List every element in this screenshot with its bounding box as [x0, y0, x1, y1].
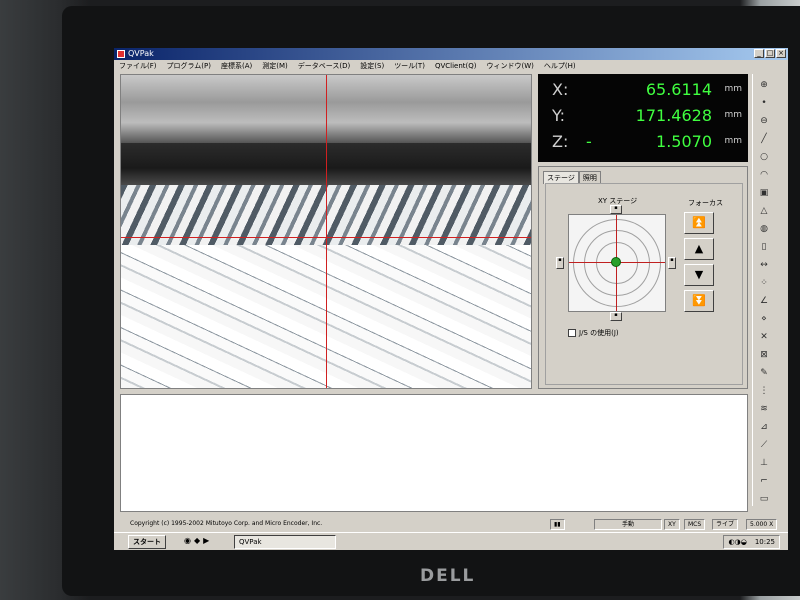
crosshair-horizontal: [121, 237, 531, 238]
crosshair-vertical: [326, 75, 327, 388]
stage-panel: ステージ 照明 XY ステージ フォーカス ▪ ▪ ▪ ▪ ⏫ ▲ ▼ ⏬ J/…: [538, 166, 748, 389]
midpoint-tool-icon[interactable]: ⋄: [757, 312, 771, 326]
note-tool-icon[interactable]: ▭: [757, 492, 771, 506]
window-title: QVPak: [128, 49, 154, 58]
system-tray: ◐◑◒ 10:25: [723, 535, 780, 549]
task-qvpak[interactable]: QVPak: [234, 535, 336, 549]
stage-group: XY ステージ フォーカス ▪ ▪ ▪ ▪ ⏫ ▲ ▼ ⏬ J/S の使用(J): [545, 183, 743, 385]
dro-y-row: Y: 171.4628 mm: [538, 106, 748, 130]
scatter-tool-icon[interactable]: ⁘: [757, 276, 771, 290]
app-icon: [117, 50, 125, 58]
wave-tool-icon[interactable]: ≋: [757, 402, 771, 416]
js-checkbox[interactable]: J/S の使用(J): [568, 328, 619, 338]
tolerance-tool-icon[interactable]: ⊥: [757, 456, 771, 470]
dro-z-sign: -: [586, 132, 592, 151]
dro-z-row: Z: - 1.5070 mm: [538, 132, 748, 156]
close-button[interactable]: ×: [776, 49, 786, 58]
distance-tool-icon[interactable]: ↔: [757, 258, 771, 272]
menu-bar: ファイル(F) プログラム(P) 座標系(A) 測定(M) データベース(D) …: [114, 60, 788, 72]
marker-tool-icon[interactable]: ⋮: [757, 384, 771, 398]
zoom-out-icon[interactable]: ⊖: [757, 114, 771, 128]
stage-right-button[interactable]: ▪: [668, 257, 676, 269]
checkbox-box-icon[interactable]: [568, 329, 576, 337]
stage-down-button[interactable]: ▪: [610, 312, 622, 321]
dro-readout: X: 65.6114 mm Y: 171.4628 mm Z: - 1.5070…: [538, 74, 748, 162]
xy-stage-pad[interactable]: [568, 214, 666, 312]
status-axes: XY: [664, 519, 680, 530]
slope-tool-icon[interactable]: ⟋: [757, 438, 771, 452]
dro-x-axis: X:: [552, 80, 569, 99]
focus-down-button[interactable]: ▼: [684, 264, 714, 286]
intersect-tool-icon[interactable]: ✕: [757, 330, 771, 344]
minimize-button[interactable]: _: [754, 49, 764, 58]
menu-measure[interactable]: 測定(M): [257, 60, 293, 72]
maximize-button[interactable]: □: [765, 49, 775, 58]
status-coord: MCS: [684, 519, 706, 530]
zoom-in-icon[interactable]: ⊕: [757, 78, 771, 92]
clock: 10:25: [754, 538, 775, 546]
axis-tool-icon[interactable]: ⊿: [757, 420, 771, 434]
focus-fast-down-button[interactable]: ⏬: [684, 290, 714, 312]
title-bar: QVPak _ □ ×: [114, 48, 788, 60]
menu-qvclient[interactable]: QVClient(Q): [430, 60, 482, 72]
status-zoom: 5.000 X: [746, 519, 778, 530]
dro-x-row: X: 65.6114 mm: [538, 80, 748, 104]
stage-left-button[interactable]: ▪: [556, 257, 564, 269]
menu-window[interactable]: ウィンドウ(W): [481, 60, 538, 72]
tool-palette: ⊕ • ⊖ ╱ ○ ◠ ▣ △ ◍ ▯ ↔ ⁘ ∠ ⋄ ✕ ⊠ ✎ ⋮ ≋ ⊿ …: [752, 74, 777, 506]
status-light: ライブ: [712, 519, 739, 530]
start-button[interactable]: スタート: [128, 535, 166, 549]
dro-y-value: 171.4628: [635, 106, 712, 125]
menu-tools[interactable]: ツール(T): [389, 60, 430, 72]
dro-z-unit: mm: [724, 136, 742, 146]
dro-x-unit: mm: [724, 84, 742, 94]
dro-z-value: 1.5070: [656, 132, 712, 151]
js-checkbox-label: J/S の使用(J): [579, 329, 619, 337]
stage-position-dot[interactable]: [611, 257, 621, 267]
arc-tool-icon[interactable]: ◠: [757, 168, 771, 182]
results-pane[interactable]: [120, 394, 748, 512]
box-tool-icon[interactable]: ⊠: [757, 348, 771, 362]
dro-x-value: 65.6114: [645, 80, 712, 99]
origin-tool-icon[interactable]: ⌐: [757, 474, 771, 488]
quick-launch-icons[interactable]: ◉◆▶: [184, 536, 212, 545]
status-bar: Copyright (c) 1995-2002 Mitutoyo Corp. a…: [114, 518, 788, 530]
angle-tool-icon[interactable]: ∠: [757, 294, 771, 308]
cone-tool-icon[interactable]: △: [757, 204, 771, 218]
status-mode: 手動: [594, 519, 662, 530]
screen: QVPak _ □ × ファイル(F) プログラム(P) 座標系(A) 測定(M…: [114, 48, 788, 550]
camera-icon[interactable]: ▣: [757, 186, 771, 200]
stage-up-button[interactable]: ▪: [610, 205, 622, 214]
dro-z-axis: Z:: [552, 132, 569, 151]
status-battery-icon: ▮▮: [550, 519, 565, 530]
point-tool-icon[interactable]: •: [757, 96, 771, 110]
menu-file[interactable]: ファイル(F): [114, 60, 162, 72]
sphere-tool-icon[interactable]: ◍: [757, 222, 771, 236]
menu-database[interactable]: データベース(D): [293, 60, 356, 72]
cylinder-tool-icon[interactable]: ▯: [757, 240, 771, 254]
menu-coordinate[interactable]: 座標系(A): [216, 60, 257, 72]
camera-view[interactable]: [120, 74, 532, 389]
taskbar: スタート ◉◆▶ QVPak ◐◑◒ 10:25: [114, 532, 788, 550]
menu-help[interactable]: ヘルプ(H): [539, 60, 581, 72]
window-controls: _ □ ×: [754, 49, 786, 58]
dro-y-unit: mm: [724, 110, 742, 120]
menu-settings[interactable]: 設定(S): [355, 60, 389, 72]
edit-tool-icon[interactable]: ✎: [757, 366, 771, 380]
focus-label: フォーカス: [688, 199, 723, 207]
dro-y-axis: Y:: [552, 106, 566, 125]
line-tool-icon[interactable]: ╱: [757, 132, 771, 146]
monitor-logo: DELL: [420, 566, 476, 586]
tray-icons[interactable]: ◐◑◒: [728, 536, 746, 548]
focus-fast-up-button[interactable]: ⏫: [684, 212, 714, 234]
circle-tool-icon[interactable]: ○: [757, 150, 771, 164]
copyright-text: Copyright (c) 1995-2002 Mitutoyo Corp. a…: [130, 520, 323, 527]
menu-program[interactable]: プログラム(P): [162, 60, 216, 72]
focus-up-button[interactable]: ▲: [684, 238, 714, 260]
